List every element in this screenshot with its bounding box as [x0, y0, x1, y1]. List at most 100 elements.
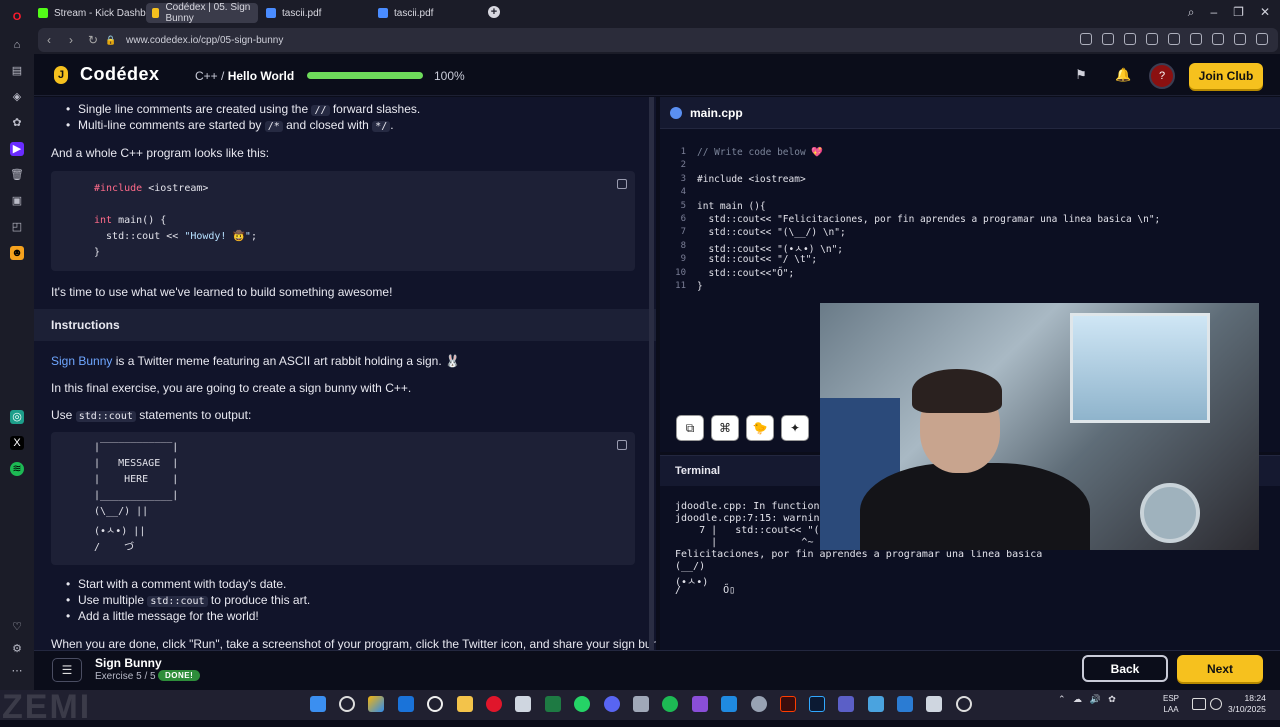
- tab-tascii-pdf-1[interactable]: tascii.pdf: [260, 3, 327, 23]
- clock[interactable]: 18:24 3/10/2025: [1228, 693, 1266, 715]
- join-club-button[interactable]: Join Club: [1189, 63, 1263, 89]
- back-arrow-icon[interactable]: ‹: [38, 33, 60, 47]
- opera-ai-icon[interactable]: [1256, 33, 1268, 45]
- whatsapp-icon[interactable]: [574, 696, 590, 712]
- spotify-taskbar-icon[interactable]: [662, 696, 678, 712]
- copy-icon[interactable]: ⧉: [676, 415, 704, 441]
- trash-icon[interactable]: 🗑: [10, 168, 24, 182]
- photos-icon[interactable]: [868, 696, 884, 712]
- outlook-icon[interactable]: [398, 696, 414, 712]
- volume-icon[interactable]: [1210, 698, 1222, 710]
- cube-icon[interactable]: ◈: [10, 90, 24, 104]
- breadcrumb-course[interactable]: C++: [195, 69, 218, 83]
- paragraph: It's time to use what we've learned to b…: [51, 285, 393, 299]
- download-icon[interactable]: [1212, 33, 1224, 45]
- tab-codedex[interactable]: Codédex | 05. Sign Bunny: [146, 2, 258, 24]
- obs-icon[interactable]: [956, 696, 972, 712]
- wifi-monitor-icon[interactable]: [1192, 698, 1206, 710]
- bookmark-icon[interactable]: [1190, 33, 1202, 45]
- menu-icon[interactable]: [1234, 33, 1246, 45]
- video-player-icon[interactable]: ▶: [10, 142, 24, 156]
- edit-icon[interactable]: [1080, 33, 1092, 45]
- camera-icon[interactable]: [1102, 33, 1114, 45]
- line-number: 11: [675, 281, 686, 291]
- restore-icon[interactable]: ❐: [1233, 5, 1244, 20]
- search-icon[interactable]: [339, 696, 355, 712]
- notepad-icon[interactable]: [515, 696, 531, 712]
- chatgpt-taskbar-icon[interactable]: [427, 696, 443, 712]
- avatar[interactable]: ?: [1149, 63, 1175, 89]
- scrollbar[interactable]: [649, 97, 654, 650]
- reload-icon[interactable]: ↻: [82, 33, 104, 47]
- forward-arrow-icon[interactable]: ›: [60, 33, 82, 47]
- menu-list-icon[interactable]: ☰: [52, 658, 82, 682]
- code-line[interactable]: #include <iostream>: [697, 174, 806, 185]
- code-line[interactable]: std::cout<< "/ \t";: [697, 254, 817, 265]
- spotify-icon[interactable]: ≋: [10, 462, 24, 476]
- code-block-program: #include <iostream> int main() { std::co…: [51, 171, 635, 271]
- url-field[interactable]: ‹ › ↻ 🔒 www.codedex.io/cpp/05-sign-bunny: [38, 28, 1278, 52]
- camera-icon[interactable]: ⌘: [711, 415, 739, 441]
- x-twitter-icon[interactable]: X: [10, 436, 24, 450]
- visual-studio-icon[interactable]: [692, 696, 708, 712]
- excel-icon[interactable]: [545, 696, 561, 712]
- new-tab-plus-icon[interactable]: +: [488, 6, 500, 18]
- discord-icon[interactable]: [604, 696, 620, 712]
- duck-icon[interactable]: 🐤: [746, 415, 774, 441]
- calculator-icon[interactable]: [633, 696, 649, 712]
- sparkle-icon[interactable]: ✦: [781, 415, 809, 441]
- tab-main-cpp[interactable]: main.cpp: [670, 97, 743, 129]
- photoshop-icon[interactable]: [809, 696, 825, 712]
- codedex-logo[interactable]: Codédex: [80, 64, 160, 85]
- terminal-line: Felicitaciones, por fin aprendes a progr…: [675, 549, 1043, 560]
- sign-bunny-link[interactable]: Sign Bunny: [51, 354, 112, 368]
- opera-logo-icon[interactable]: O: [10, 10, 24, 24]
- language-indicator[interactable]: ESP LAA: [1163, 693, 1179, 715]
- palette-icon[interactable]: ✿: [10, 116, 24, 130]
- codedex-logo-icon[interactable]: J: [54, 66, 68, 84]
- opera-taskbar-icon[interactable]: [486, 696, 502, 712]
- bell-icon[interactable]: 🔔: [1115, 68, 1131, 82]
- code-line[interactable]: std::cout<< "Felicitaciones, por fin apr…: [697, 214, 1160, 225]
- bag-icon[interactable]: ◰: [10, 220, 24, 234]
- next-button[interactable]: Next: [1177, 655, 1263, 682]
- teams-icon[interactable]: [838, 696, 854, 712]
- settings-taskbar-icon[interactable]: [751, 696, 767, 712]
- code-line[interactable]: }: [697, 281, 703, 292]
- code-line[interactable]: std::cout<< "(•ㅅ•) \n";: [697, 241, 843, 255]
- code-line[interactable]: // Write code below 💖: [697, 147, 823, 158]
- filename: main.cpp: [690, 106, 743, 120]
- news-icon[interactable]: ▤: [10, 64, 24, 78]
- close-icon[interactable]: ✕: [1260, 5, 1270, 20]
- heart-icon[interactable]: ♡: [10, 620, 24, 634]
- play-icon[interactable]: [1168, 33, 1180, 45]
- url-text[interactable]: www.codedex.io/cpp/05-sign-bunny: [126, 35, 283, 46]
- system-tray-icons[interactable]: ⌃ ☁ 🔊 ✿: [1058, 694, 1116, 705]
- illustrator-icon[interactable]: [780, 696, 796, 712]
- copy-icon[interactable]: [617, 179, 627, 189]
- home-icon[interactable]: ⌂: [10, 38, 24, 52]
- back-button[interactable]: Back: [1082, 655, 1168, 682]
- zoom-icon[interactable]: [1124, 33, 1136, 45]
- settings-gear-icon[interactable]: ⚙: [10, 642, 24, 656]
- shield-icon[interactable]: [1146, 33, 1158, 45]
- code-line[interactable]: std::cout<<"Ő";: [697, 268, 794, 279]
- copilot-icon[interactable]: [368, 696, 384, 712]
- folder-icon[interactable]: [457, 696, 473, 712]
- briefcase-icon[interactable]: ▣: [10, 194, 24, 208]
- search-icon[interactable]: ⌕: [1188, 5, 1195, 20]
- minimize-icon[interactable]: –: [1210, 5, 1217, 20]
- start-icon[interactable]: [310, 696, 326, 712]
- vscode-icon[interactable]: [721, 696, 737, 712]
- copy-icon[interactable]: [617, 440, 627, 450]
- flag-icon[interactable]: ⚑: [1074, 68, 1088, 82]
- code-line[interactable]: int main (){: [697, 201, 766, 212]
- tab-tascii-pdf-2[interactable]: tascii.pdf: [372, 3, 439, 23]
- snipping-icon[interactable]: [926, 696, 942, 712]
- list-item: Add a little message for the world!: [66, 609, 259, 623]
- todo-icon[interactable]: [897, 696, 913, 712]
- cat-icon[interactable]: ☻: [10, 246, 24, 260]
- code-line[interactable]: std::cout<< "(\__/) \n";: [697, 227, 845, 238]
- chatgpt-icon[interactable]: ◎: [10, 410, 24, 424]
- more-dots-icon[interactable]: ⋯: [10, 664, 24, 678]
